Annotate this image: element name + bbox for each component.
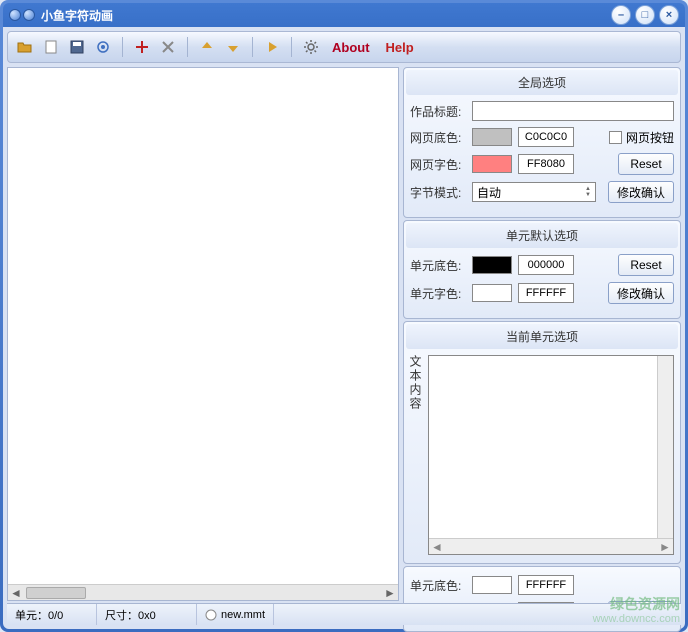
scroll-left-icon[interactable]: ◄	[8, 586, 24, 600]
unit-bgcolor-swatch[interactable]	[472, 256, 512, 274]
global-reset-button[interactable]: Reset	[618, 153, 674, 175]
new-button[interactable]	[40, 36, 62, 58]
workarea: ◄ ► 全局选项 作品标题: 网页底色:	[7, 67, 681, 601]
file-icon	[205, 609, 217, 621]
byte-mode-select[interactable]: 自动 ▲▼	[472, 182, 596, 202]
cur-unit-bgcolor-value[interactable]: FFFFFF	[518, 575, 574, 595]
preview-button[interactable]	[92, 36, 114, 58]
maximize-button[interactable]: □	[635, 5, 655, 25]
canvas-pane[interactable]: ◄ ►	[7, 67, 399, 601]
spinner-icon[interactable]: ▲▼	[585, 186, 591, 198]
minimize-button[interactable]: –	[611, 5, 631, 25]
text-content-textarea[interactable]: ◄ ►	[428, 355, 674, 555]
byte-mode-label: 字节模式:	[410, 184, 466, 201]
open-button[interactable]	[14, 36, 36, 58]
work-title-label: 作品标题:	[410, 103, 466, 120]
unit-default-reset-button[interactable]: Reset	[618, 254, 674, 276]
about-menu[interactable]: About	[326, 38, 376, 57]
status-filename: new.mmt	[221, 609, 265, 621]
page-bgcolor-label: 网页底色:	[410, 129, 466, 146]
scroll-thumb[interactable]	[26, 587, 86, 599]
text-content-label: 文本内容	[410, 355, 424, 555]
scroll-right-icon[interactable]: ►	[657, 540, 673, 554]
window-title: 小鱼字符动画	[41, 7, 611, 24]
cur-unit-bgcolor-label: 单元底色:	[410, 577, 466, 594]
delete-button[interactable]	[157, 36, 179, 58]
move-down-button[interactable]	[222, 36, 244, 58]
unit-default-panel: 单元默认选项 单元底色: 000000 Reset 单元字色: FFFFFF	[403, 220, 681, 319]
byte-mode-value: 自动	[477, 184, 501, 201]
client-area: About Help ◄ ► 全局选项 作品标题:	[3, 27, 685, 629]
titlebar: 小鱼字符动画 – □ ×	[3, 3, 685, 27]
status-unit: 单元：0/0	[7, 604, 97, 625]
page-bgcolor-value[interactable]: C0C0C0	[518, 127, 574, 147]
help-menu[interactable]: Help	[380, 38, 420, 57]
global-confirm-button[interactable]: 修改确认	[608, 181, 674, 203]
status-bar: 单元：0/0 尺寸：0x0 new.mmt	[7, 603, 681, 625]
move-up-button[interactable]	[196, 36, 218, 58]
add-button[interactable]	[131, 36, 153, 58]
scroll-left-icon[interactable]: ◄	[429, 540, 445, 554]
settings-button[interactable]	[300, 36, 322, 58]
unit-current-panel: 当前单元选项 文本内容 ◄ ►	[403, 321, 681, 564]
unit-default-confirm-button[interactable]: 修改确认	[608, 282, 674, 304]
global-options-panel: 全局选项 作品标题: 网页底色: C0C0C0 网页按钮	[403, 67, 681, 218]
web-button-label: 网页按钮	[626, 129, 674, 146]
status-size: 尺寸：0x0	[97, 604, 197, 625]
property-pane: 全局选项 作品标题: 网页底色: C0C0C0 网页按钮	[403, 67, 681, 601]
textarea-hscroll[interactable]: ◄ ►	[429, 538, 673, 554]
unit-bgcolor-label: 单元底色:	[410, 257, 466, 274]
status-file: new.mmt	[197, 604, 274, 625]
page-fgcolor-label: 网页字色:	[410, 156, 466, 173]
page-bgcolor-swatch[interactable]	[472, 128, 512, 146]
textarea-vscroll[interactable]	[657, 356, 673, 538]
global-options-header: 全局选项	[406, 70, 678, 95]
unit-current-header: 当前单元选项	[406, 324, 678, 349]
unit-fgcolor-value[interactable]: FFFFFF	[518, 283, 574, 303]
save-button[interactable]	[66, 36, 88, 58]
play-button[interactable]	[261, 36, 283, 58]
unit-fgcolor-label: 单元字色:	[410, 285, 466, 302]
page-fgcolor-value[interactable]: FF8080	[518, 154, 574, 174]
close-button[interactable]: ×	[659, 5, 679, 25]
window-controls: – □ ×	[611, 5, 679, 25]
canvas-hscroll[interactable]: ◄ ►	[8, 584, 398, 600]
cur-unit-bgcolor-swatch[interactable]	[472, 576, 512, 594]
app-icon	[9, 9, 35, 21]
page-fgcolor-swatch[interactable]	[472, 155, 512, 173]
web-button-checkbox[interactable]	[609, 131, 622, 144]
scroll-right-icon[interactable]: ►	[382, 586, 398, 600]
unit-bgcolor-value[interactable]: 000000	[518, 255, 574, 275]
app-window: 小鱼字符动画 – □ × About Help	[0, 0, 688, 632]
unit-default-header: 单元默认选项	[406, 223, 678, 248]
toolbar: About Help	[7, 31, 681, 63]
unit-fgcolor-swatch[interactable]	[472, 284, 512, 302]
work-title-input[interactable]	[472, 101, 674, 121]
